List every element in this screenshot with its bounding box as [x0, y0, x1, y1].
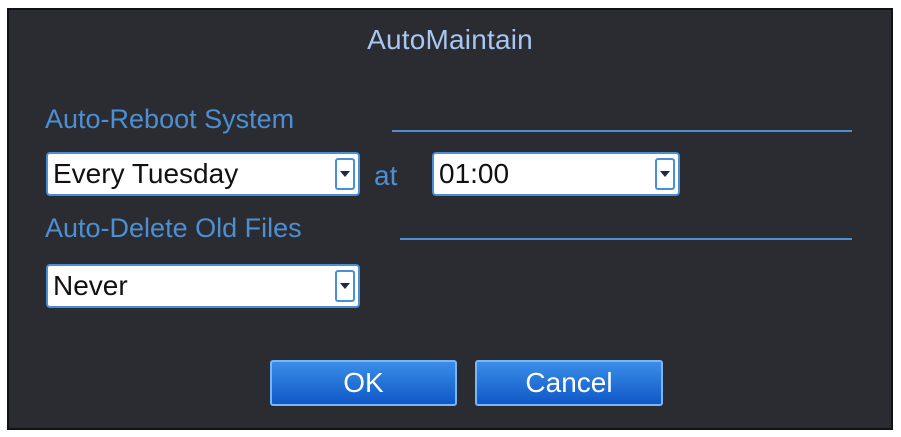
- chevron-down-icon[interactable]: [335, 270, 355, 302]
- auto-reboot-label: Auto-Reboot System: [45, 104, 295, 134]
- dialog-title: AutoMaintain: [367, 24, 533, 55]
- auto-delete-divider: [400, 238, 852, 240]
- auto-delete-select[interactable]: Never: [46, 264, 360, 308]
- at-label: at: [374, 160, 398, 191]
- reboot-day-select[interactable]: Every Tuesday: [46, 152, 360, 196]
- chevron-down-icon[interactable]: [335, 158, 355, 190]
- auto-delete-label: Auto-Delete Old Files: [45, 213, 302, 243]
- ok-button[interactable]: OK: [270, 360, 457, 406]
- cancel-button[interactable]: Cancel: [475, 360, 663, 406]
- auto-reboot-divider: [392, 130, 852, 132]
- chevron-down-icon[interactable]: [655, 158, 675, 190]
- auto-delete-value: Never: [53, 270, 128, 301]
- reboot-time-select[interactable]: 01:00: [432, 152, 680, 196]
- reboot-time-value: 01:00: [439, 158, 510, 189]
- auto-maintain-dialog: AutoMaintain Auto-Reboot System Every Tu…: [7, 8, 893, 430]
- reboot-day-value: Every Tuesday: [53, 158, 239, 189]
